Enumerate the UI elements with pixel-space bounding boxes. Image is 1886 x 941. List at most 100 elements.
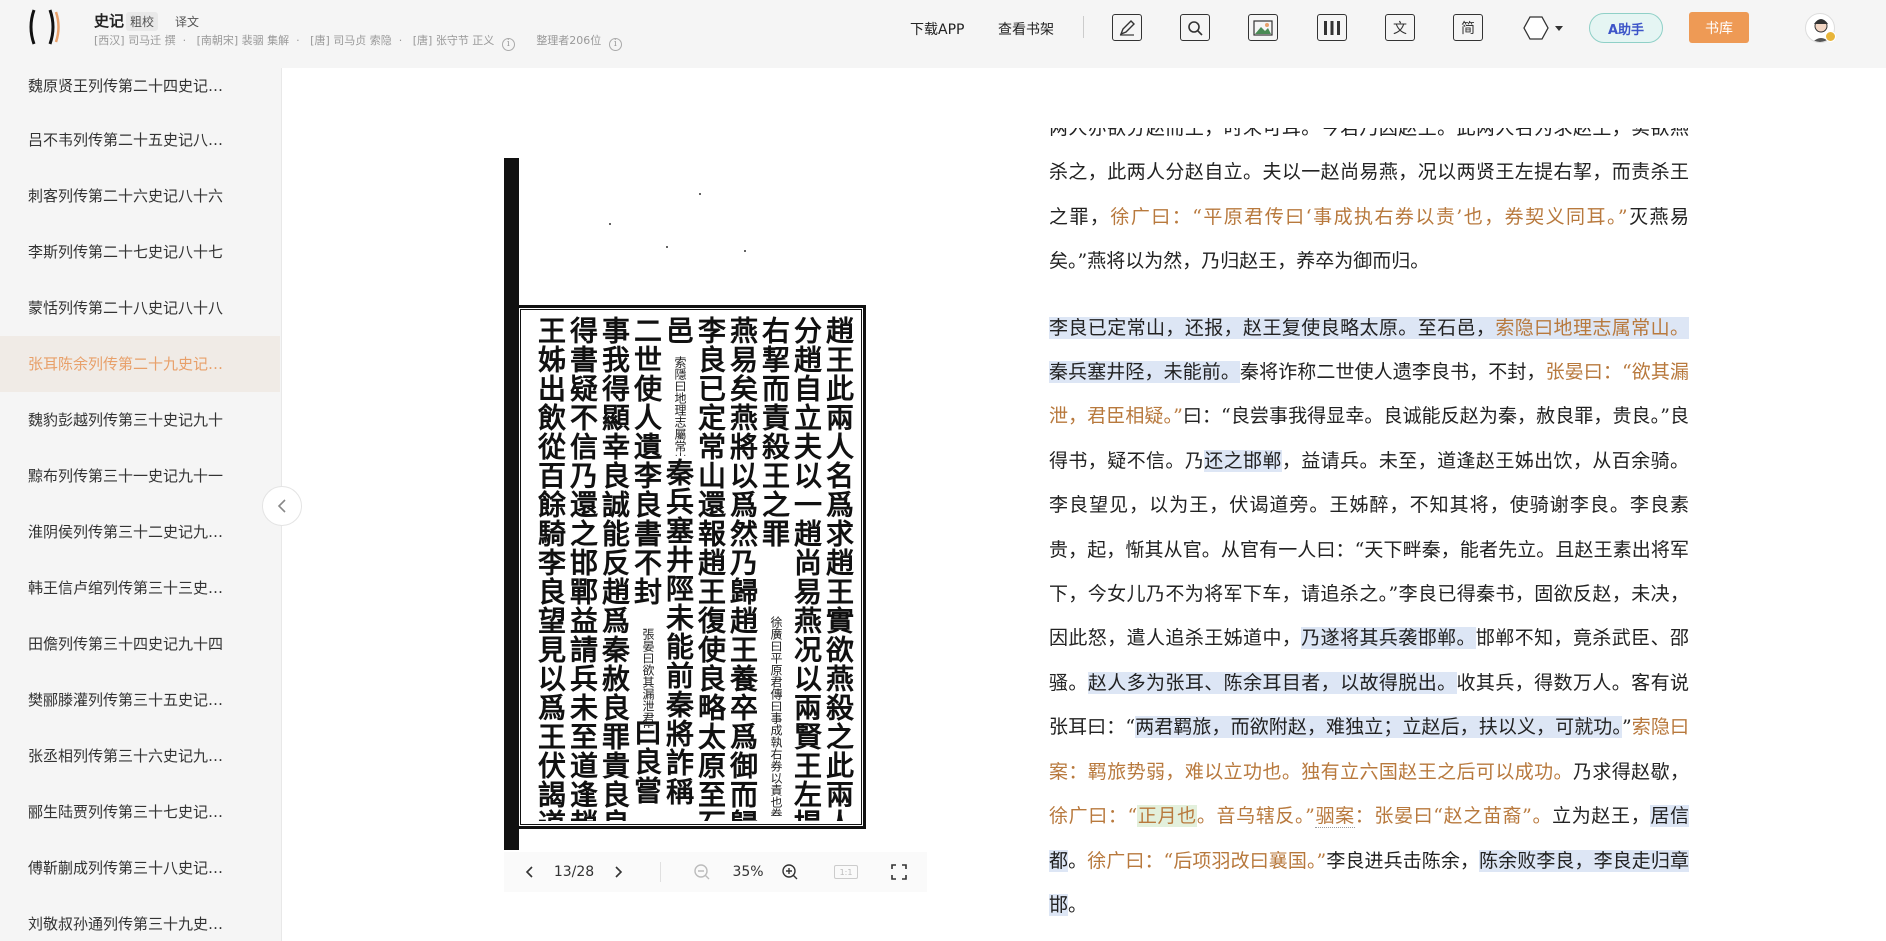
sidebar-item[interactable]: 李斯列传第二十七史记八十七 [0, 224, 280, 280]
author-line: [西汉] 司马迁 撰 · [南朝宋] 裴骃 集解 · [唐] 司马贞 索隐 · [唐]… [94, 32, 622, 51]
image-icon[interactable] [1248, 14, 1278, 41]
annotation-text[interactable]: 徐广曰：“平原君传曰‘事成执右券以责’也，券契义同耳。” [1110, 206, 1627, 228]
sidebar-item[interactable]: 刘敬叔孙通列传第三十九史… [0, 896, 280, 941]
zoom-out-button[interactable] [690, 860, 714, 884]
scanned-page-image[interactable]: 趙王此兩人名爲求趙王實欲燕殺之此兩人 分趙自立夫以一趙尚易燕况以兩賢王左提 右挈… [504, 158, 927, 850]
text-icon[interactable]: 文 [1385, 14, 1415, 41]
text-paragraph[interactable]: 两人亦欲分赵而王，时未可耳。今君乃囚赵王。此两人名为求赵王，实欲燕杀之，此两人分… [1049, 128, 1689, 284]
divider [1083, 16, 1084, 38]
highlighted-text[interactable]: 李良已定常山，还报，赵王复使良略太原。至石邑， [1049, 316, 1496, 339]
scan-column: 李良已定常山還報趙王復使良略太原至石 [694, 316, 726, 821]
info-icon[interactable]: i [501, 38, 515, 51]
ink-speck [744, 250, 746, 252]
body-text: 秦将诈称二世使人遗李良书，不封， [1240, 361, 1546, 384]
book-title: 史记 [94, 12, 125, 30]
body-text: 乃求得赵歇， [1572, 760, 1689, 783]
sidebar-item[interactable]: 刺客列传第二十六史记八十六 [0, 168, 280, 224]
author-zhang-shoujie[interactable]: [唐] 张守节 正义 [413, 34, 495, 47]
sidebar-item[interactable]: 魏原贤王列传第二十四史记… [0, 68, 280, 114]
page-indicator: 13/28 [553, 864, 595, 880]
fullscreen-icon [891, 864, 907, 880]
zoom-in-icon [782, 864, 798, 880]
author-sima-qian[interactable]: [西汉] 司马迁 撰 [94, 34, 176, 47]
search-icon[interactable] [1180, 14, 1210, 41]
scan-column: 燕易矣燕將以爲然乃歸趙王養卒爲御而歸 [726, 316, 758, 821]
author-sima-zhen[interactable]: [唐] 司马贞 索隐 [310, 34, 392, 47]
pen-icon[interactable] [1112, 14, 1142, 41]
text-content: 两人亦欲分赵而王，时未可耳。今君乃囚赵王。此两人名为求赵王，实欲燕杀之，此两人分… [1049, 128, 1689, 941]
scan-column: 王姊出飲從百餘騎李良望見以爲王伏謁道 [534, 316, 566, 821]
page-binding-edge [504, 158, 516, 850]
annotation-text[interactable]: 徐广曰：“后项羽改曰襄国。” [1087, 850, 1326, 872]
scan-column: 邑 [662, 316, 694, 345]
editors-count[interactable]: 整理者206位 [536, 34, 601, 47]
zoom-out-icon [694, 864, 710, 880]
body-text: ” [1622, 716, 1632, 739]
actual-size-button[interactable]: 1:1 [834, 865, 858, 879]
zoom-in-button[interactable] [778, 860, 802, 884]
chevron-right-icon [615, 866, 623, 878]
sidebar-item[interactable]: 张丞相列传第三十六史记九… [0, 728, 280, 784]
ink-speck [666, 246, 668, 248]
annotation-text[interactable]: ：张晏曰“赵之苗裔”。 [1355, 805, 1552, 827]
scan-annotation: 徐廣曰平原君傳曰事成執右券以責也券契義同耳滅 [770, 616, 782, 816]
mode-tab-translation[interactable]: 译文 [171, 12, 203, 31]
mode-tab-collation[interactable]: 粗校 [126, 12, 159, 31]
scan-annotation: 索隱曰地理志屬常山 [674, 356, 686, 456]
annotation-highlight[interactable]: 正月也 [1137, 805, 1197, 828]
sidebar-item[interactable]: 田儋列传第三十四史记九十四 [0, 616, 280, 672]
body-text: 李良进兵击陈余， [1326, 849, 1480, 872]
scan-column: 秦兵塞井陘未能前秦將詐稱 [662, 458, 694, 806]
sidebar-item[interactable]: 魏豹彭越列传第三十史记九十 [0, 392, 280, 448]
info-icon[interactable]: i [608, 38, 622, 51]
highlighted-text[interactable]: 还之邯郸 [1204, 449, 1282, 472]
image-viewer-toolbar: 13/28 35% 1:1 [504, 852, 927, 892]
assistant-button[interactable]: A助手 [1589, 13, 1663, 43]
scan-column: 得書疑不信乃還之邯鄲益請兵未至道逢趙 [566, 316, 598, 821]
simplified-icon[interactable]: 简 [1453, 14, 1483, 41]
sidebar-item[interactable]: 淮阴侯列传第三十二史记九… [0, 504, 280, 560]
ink-speck [609, 223, 611, 225]
author-pei-yin[interactable]: [南朝宋] 裴骃 集解 [197, 34, 290, 47]
sidebar-item[interactable]: 郦生陆贾列传第三十七史记… [0, 784, 280, 840]
highlighted-text[interactable]: 赵人多为张耳、陈余耳目者，以故得脱出。 [1087, 671, 1457, 694]
annotation-text[interactable]: 。音乌辖反。” [1197, 805, 1315, 827]
zoom-level: 35% [732, 864, 764, 880]
bookshelf-link[interactable]: 查看书架 [998, 19, 1054, 39]
scan-column: 事我得顯幸良誠能反趙爲秦赦良罪貴良良 [598, 316, 630, 821]
vip-badge [1825, 31, 1836, 42]
download-app-link[interactable]: 下载APP [910, 19, 964, 39]
prev-page-button[interactable] [518, 860, 542, 884]
highlighted-text[interactable]: 乃遂将其兵袭邯郸。 [1301, 627, 1476, 650]
library-button[interactable]: 书库 [1689, 12, 1749, 43]
sidebar-item[interactable]: 黥布列传第三十一史记九十一 [0, 448, 280, 504]
scan-column: 趙王此兩人名爲求趙王實欲燕殺之此兩人 [822, 316, 854, 821]
divider [660, 862, 661, 882]
fullscreen-button[interactable] [887, 860, 911, 884]
sidebar-item[interactable]: 蒙恬列传第二十八史记八十八 [0, 280, 280, 336]
sidebar-item[interactable]: 傅靳蒯成列传第三十八史记… [0, 840, 280, 896]
highlighted-text[interactable]: 秦兵塞井陉，未能前。 [1049, 361, 1240, 384]
scan-column: 曰良嘗 [630, 718, 662, 805]
next-page-button[interactable] [606, 860, 630, 884]
chevron-left-icon [277, 499, 286, 513]
text-paragraph[interactable]: 李良已定常山，还报，赵王复使良略太原。至石邑，索隐曰地理志属常山。秦兵塞井陉，未… [1049, 306, 1689, 928]
annotation-link[interactable]: 骃案 [1314, 805, 1355, 829]
columns-icon[interactable] [1317, 14, 1347, 41]
sidebar-item[interactable]: 吕不韦列传第二十五史记八… [0, 112, 280, 168]
collapse-sidebar-button[interactable] [262, 486, 302, 526]
scan-annotation: 張晏曰欲其漏泄君臣相疑 [642, 628, 654, 728]
annotation-text[interactable]: 索隐曰地理志属常山。 [1495, 316, 1689, 339]
annotation-text[interactable]: 徐广曰：“ [1049, 805, 1137, 827]
sidebar-item[interactable]: 樊郦滕灌列传第三十五史记… [0, 672, 280, 728]
sidebar-item[interactable]: 韩王信卢绾列传第三十三史… [0, 560, 280, 616]
theme-hexagon-icon[interactable] [1522, 13, 1568, 43]
sidebar-item-active[interactable]: 张耳陈余列传第二十九史记… [0, 336, 280, 392]
text-viewport: 两人亦欲分赵而王，时未可耳。今君乃囚赵王。此两人名为求赵王，实欲燕杀之，此两人分… [1040, 128, 1700, 941]
scan-column: 右挈而責殺王之罪 [758, 316, 790, 548]
highlighted-text[interactable]: 两君羁旅，而欲附赵，难独立；立赵后，扶以义，可就功。 [1135, 716, 1622, 739]
body-text: ，益请兵。未至，道逢赵王姊出饮，从百余骑。李良望见，以为王，伏谒道旁。王姊醉，不… [1049, 449, 1689, 650]
scan-column: 分趙自立夫以一趙尚易燕况以兩賢王左提 [790, 316, 822, 821]
logo-icon[interactable] [26, 8, 66, 46]
ink-speck [699, 193, 701, 195]
